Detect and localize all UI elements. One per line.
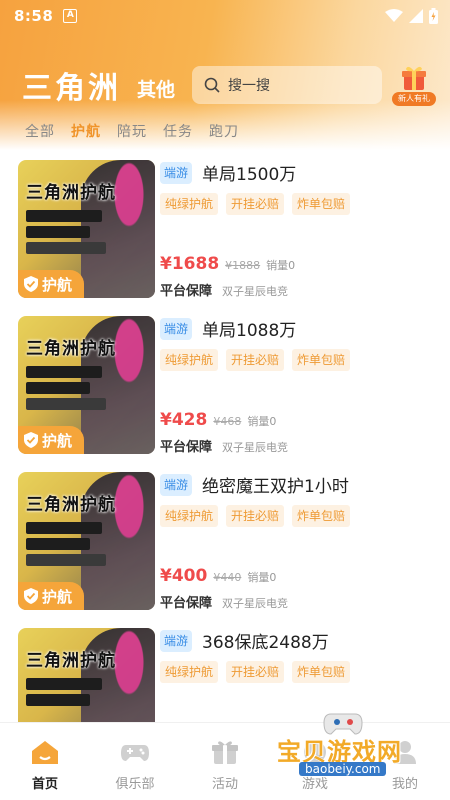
escort-badge: 护航 [18, 582, 84, 610]
nav-activity-label: 活动 [211, 777, 238, 792]
guarantee-label: 平台保障 [160, 440, 213, 455]
shield-icon [24, 276, 38, 292]
thumbnail-banner [26, 554, 106, 566]
category-tabs: 全部 护航 陪玩 任务 跑刀 [0, 118, 450, 146]
guarantee-label: 平台保障 [160, 596, 213, 611]
thumbnail-title: 三角洲护航 [26, 651, 116, 671]
newbie-gift-button[interactable]: 新人有礼 [392, 64, 436, 106]
feature-chip: 炸单包赔 [292, 505, 351, 527]
platform-tag: 端游 [160, 162, 192, 184]
brand-title: 三角洲 [22, 71, 121, 106]
platform-tag: 端游 [160, 318, 192, 340]
thumbnail-banner [26, 366, 102, 378]
feature-chip: 纯绿护航 [160, 505, 219, 527]
feature-chip: 纯绿护航 [160, 349, 219, 371]
feature-chip: 开挂必赔 [226, 193, 285, 215]
status-bar: 8:58 A [0, 0, 450, 32]
shop-name: 双子星辰电竞 [222, 441, 289, 454]
notification-a-icon: A [63, 9, 78, 23]
signal-icon [409, 9, 423, 23]
status-time: 8:58 [14, 7, 54, 25]
thumbnail-title: 三角洲护航 [26, 183, 116, 203]
product-title: 绝密魔王双护1小时 [202, 477, 349, 497]
nav-home-label: 首页 [31, 777, 58, 792]
escort-badge-label: 护航 [42, 587, 73, 606]
price: ¥1688 [160, 254, 220, 274]
thumbnail-banner [26, 522, 102, 534]
escort-badge: 护航 [18, 270, 84, 298]
category-other[interactable]: 其他 [137, 75, 175, 102]
sales-count: 销量0 [247, 571, 277, 584]
thumbnail-banner [26, 398, 106, 410]
original-price: ¥440 [213, 571, 242, 584]
thumbnail-banner [26, 538, 90, 550]
watermark-url: baobeiy.com [299, 762, 387, 776]
battery-icon [429, 8, 438, 24]
shield-icon [24, 588, 38, 604]
thumbnail-title: 三角洲护航 [26, 495, 116, 515]
watermark: 宝贝游戏网 baobeiy.com [265, 710, 425, 780]
search-placeholder: 搜一搜 [228, 78, 270, 94]
product-card[interactable]: 三角洲护航 护航 端游 单局1088万 纯绿护航 开挂必赔 炸单包赔 ¥428 … [0, 314, 450, 470]
thumbnail-title: 三角洲护航 [26, 339, 116, 359]
product-thumbnail: 三角洲护航 护航 [18, 160, 155, 298]
gamepad-icon [121, 745, 149, 761]
feature-chip: 开挂必赔 [226, 661, 285, 683]
product-title: 368保底2488万 [202, 633, 329, 653]
original-price: ¥468 [213, 415, 242, 428]
product-card[interactable]: 三角洲护航 护航 端游 绝密魔王双护1小时 纯绿护航 开挂必赔 炸单包赔 ¥40… [0, 470, 450, 626]
feature-chip: 纯绿护航 [160, 193, 219, 215]
escort-badge-label: 护航 [42, 275, 73, 294]
nav-club-label: 俱乐部 [115, 777, 155, 792]
thumbnail-banner [26, 382, 90, 394]
escort-badge-label: 护航 [42, 431, 73, 450]
tab-run[interactable]: 跑刀 [209, 118, 239, 146]
feature-chip: 开挂必赔 [226, 505, 285, 527]
thumbnail-banner [26, 678, 102, 690]
thumbnail-banner [26, 242, 106, 254]
shop-name: 双子星辰电竞 [222, 597, 289, 610]
platform-tag: 端游 [160, 630, 192, 652]
price: ¥428 [160, 410, 208, 430]
price: ¥400 [160, 566, 208, 586]
product-title: 单局1500万 [202, 165, 297, 185]
nav-activity[interactable]: 活动 [180, 723, 270, 800]
product-card[interactable]: 三角洲护航 护航 端游 单局1500万 纯绿护航 开挂必赔 炸单包赔 ¥1688… [0, 158, 450, 314]
product-title: 单局1088万 [202, 321, 297, 341]
feature-chip: 炸单包赔 [292, 349, 351, 371]
feature-chip: 炸单包赔 [292, 661, 351, 683]
search-box[interactable]: 搜一搜 [192, 66, 382, 104]
tab-companion[interactable]: 陪玩 [117, 118, 147, 146]
product-list: 三角洲护航 护航 端游 单局1500万 纯绿护航 开挂必赔 炸单包赔 ¥1688… [0, 158, 450, 782]
gift-icon [212, 741, 238, 764]
platform-tag: 端游 [160, 474, 192, 496]
nav-home[interactable]: 首页 [0, 723, 90, 800]
feature-chip: 炸单包赔 [292, 193, 351, 215]
product-thumbnail: 三角洲护航 护航 [18, 316, 155, 454]
nav-club[interactable]: 俱乐部 [90, 723, 180, 800]
feature-chip: 开挂必赔 [226, 349, 285, 371]
tab-escort[interactable]: 护航 [71, 118, 101, 146]
thumbnail-banner [26, 226, 90, 238]
gift-box-icon [402, 66, 426, 90]
top-nav: 三角洲 其他 搜一搜 新人有礼 [0, 60, 450, 110]
sales-count: 销量0 [247, 415, 277, 428]
feature-chip: 纯绿护航 [160, 661, 219, 683]
sales-count: 销量0 [266, 259, 296, 272]
tab-task[interactable]: 任务 [163, 118, 193, 146]
guarantee-label: 平台保障 [160, 284, 213, 299]
wifi-icon [385, 9, 403, 22]
gift-label: 新人有礼 [392, 92, 436, 106]
shop-name: 双子星辰电竞 [222, 285, 289, 298]
home-icon [32, 741, 58, 764]
product-thumbnail: 三角洲护航 护航 [18, 472, 155, 610]
thumbnail-banner [26, 210, 102, 222]
thumbnail-banner [26, 694, 90, 706]
shield-icon [24, 432, 38, 448]
tab-all[interactable]: 全部 [25, 118, 55, 146]
search-icon [204, 77, 220, 93]
original-price: ¥1888 [225, 259, 261, 272]
escort-badge: 护航 [18, 426, 84, 454]
